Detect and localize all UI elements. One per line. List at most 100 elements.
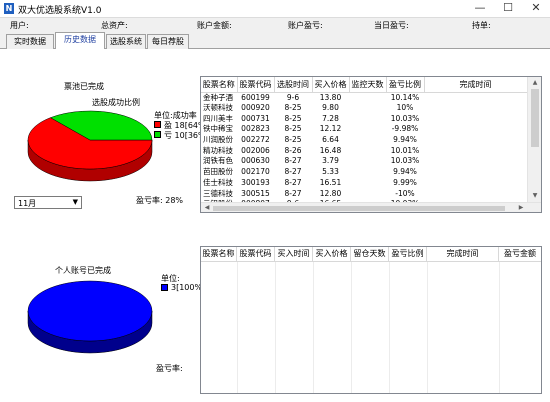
- tab-bar: 实时数据 历史数据 选股系统 每日荐股: [0, 32, 550, 50]
- account-info-bar: 用户: 总资产: 账户金额: 账户盈亏: 当日盈亏: 持单:: [0, 17, 550, 32]
- tab-stock-selection[interactable]: 选股系统: [106, 34, 146, 49]
- grid-divider: [427, 262, 428, 393]
- column-header-3[interactable]: 买入价格: [312, 77, 350, 93]
- chevron-down-icon: ▼: [72, 198, 78, 206]
- tab-history-data[interactable]: 历史数据: [55, 32, 105, 50]
- column-header-6[interactable]: 完成时间: [424, 77, 528, 93]
- table-cell: 10.03%: [390, 156, 420, 166]
- scroll-right-icon[interactable]: ▶: [517, 204, 525, 211]
- scroll-thumb-horizontal[interactable]: [213, 206, 505, 211]
- table-cell: 金种子酒: [203, 92, 233, 102]
- scroll-left-icon[interactable]: ◀: [203, 204, 211, 211]
- column-header-buy-time[interactable]: 买入时间: [275, 247, 313, 262]
- column-header-0[interactable]: 股票名称: [201, 77, 238, 93]
- table-cell: [424, 188, 527, 199]
- personal-account-panel: 个人账号已完成 单位: 3[100%] 盈亏率: 股票名称 股票代码 买入时间 …: [0, 236, 550, 402]
- table-cell: 精功科技: [203, 145, 233, 155]
- table-row[interactable]: 佳士科技 300193 8-27 16.51 9.99%: [201, 178, 527, 189]
- table-cell: 5.33: [322, 167, 339, 177]
- table-cell: 9.94%: [393, 167, 417, 177]
- app-logo-icon: N: [4, 3, 14, 14]
- table-row[interactable]: 川润股份 002272 8-25 6.64 9.94%: [201, 135, 527, 146]
- table-row[interactable]: 芭田股份 002170 8-27 5.33 9.94%: [201, 167, 527, 178]
- user-label: 用户:: [10, 21, 29, 30]
- table-cell: 8-27: [284, 177, 302, 187]
- tab-realtime-data[interactable]: 实时数据: [6, 34, 54, 49]
- column-header-profit-amount[interactable]: 盈亏金额: [499, 247, 541, 262]
- table-row[interactable]: 精功科技 002006 8-26 16.48 10.01%: [201, 145, 527, 156]
- personal-account-pie-chart: [27, 280, 153, 354]
- table-row[interactable]: 润铁有色 000630 8-27 3.79 10.03%: [201, 156, 527, 167]
- table-cell: -10%: [395, 188, 415, 198]
- table-row[interactable]: 四川美丰 000731 8-25 7.28 10.03%: [201, 113, 527, 124]
- table-cell: [424, 113, 527, 124]
- window-title: 双大优选股系统V1.0: [18, 6, 102, 16]
- table-cell: 8-27: [284, 188, 302, 198]
- table-cell: 芭田股份: [203, 167, 233, 177]
- column-header-2[interactable]: 选股时间: [274, 77, 313, 93]
- table-cell: -9.98%: [391, 124, 419, 134]
- win-rate-label: 盈亏率: 28%: [136, 196, 184, 205]
- table-cell: [424, 156, 527, 167]
- table-cell: 9.99%: [393, 177, 417, 187]
- month-select-value: 11月: [18, 199, 37, 208]
- table-cell: [424, 145, 527, 156]
- table-row[interactable]: 铁中稀宝 002823 8-25 12.12 -9.98%: [201, 124, 527, 135]
- pool-grid-horizontal-scrollbar[interactable]: ◀ ▶: [201, 202, 541, 212]
- column-header-stock-code[interactable]: 股票代码: [237, 247, 275, 262]
- pool-results-grid: 股票名称 股票代码 选股时间 买入价格 监控天数 盈亏比例 完成时间 金种子酒 600199 9…: [200, 76, 542, 213]
- table-cell: 000920: [241, 103, 270, 113]
- table-cell: 002170: [241, 167, 270, 177]
- table-cell: 300193: [241, 177, 270, 187]
- column-header-hold-days[interactable]: 留仓天数: [351, 247, 389, 262]
- table-cell: 10.01%: [390, 145, 420, 155]
- table-cell: 铁中稀宝: [203, 124, 233, 134]
- scroll-up-icon[interactable]: ▲: [528, 79, 541, 86]
- column-header-stock-name[interactable]: 股票名称: [201, 247, 237, 262]
- account-profit-label: 账户盈亏:: [288, 21, 323, 30]
- table-row[interactable]: 沃顿科技 000920 8-25 9.80 10%: [201, 103, 527, 114]
- grid-divider: [313, 262, 314, 393]
- table-cell: [424, 103, 527, 114]
- legend-loss-swatch: [154, 131, 161, 138]
- table-cell: 600199: [241, 92, 270, 102]
- pool-results-table: 股票名称 股票代码 选股时间 买入价格 监控天数 盈亏比例 完成时间 金种子酒 600199 9…: [201, 77, 528, 210]
- table-cell: 12.80: [319, 188, 342, 198]
- daily-profit-label: 当日盈亏:: [374, 21, 409, 30]
- column-header-1[interactable]: 股票代码: [237, 77, 275, 93]
- table-cell: 润铁有色: [203, 156, 233, 166]
- personal-account-title: 个人账号已完成: [55, 266, 111, 275]
- maximize-button[interactable]: ☐: [494, 0, 522, 17]
- table-row[interactable]: 金种子酒 600199 9-6 13.80 10.14%: [201, 92, 527, 103]
- close-button[interactable]: ✕: [522, 0, 550, 17]
- table-cell: 002272: [241, 135, 270, 145]
- pool-completed-panel: 票池已完成 选股成功比例 单位:成功率 盈 18[64%] 亏 10[36%] …: [0, 49, 550, 229]
- column-header-profit-ratio[interactable]: 盈亏比例: [389, 247, 427, 262]
- table-cell: [424, 92, 527, 103]
- grid-divider: [389, 262, 390, 393]
- table-cell: 10.03%: [390, 113, 420, 123]
- total-assets-label: 总资产:: [101, 21, 128, 30]
- column-header-complete-time[interactable]: 完成时间: [427, 247, 499, 262]
- table-cell: [349, 178, 386, 189]
- grid-divider: [351, 262, 352, 393]
- table-cell: 佳士科技: [203, 177, 233, 187]
- column-header-buy-price[interactable]: 买入价格: [313, 247, 351, 262]
- legend-account-swatch: [161, 284, 168, 291]
- pool-grid-vertical-scrollbar[interactable]: ▲ ▼: [527, 77, 541, 202]
- title-bar: N 双大优选股系统V1.0 — ☐ ✕: [0, 0, 550, 17]
- month-select[interactable]: 11月 ▼: [14, 196, 82, 209]
- table-row[interactable]: 三德科技 300515 8-27 12.80 -10%: [201, 188, 527, 199]
- account-win-rate-label: 盈亏率:: [156, 364, 183, 373]
- table-cell: [349, 188, 386, 199]
- minimize-button[interactable]: —: [466, 0, 494, 17]
- table-cell: [424, 178, 527, 189]
- column-header-4[interactable]: 监控天数: [349, 77, 387, 93]
- column-header-5[interactable]: 盈亏比例: [386, 77, 425, 93]
- table-cell: 9.94%: [393, 135, 417, 145]
- tab-daily-recommend[interactable]: 每日荐股: [147, 34, 189, 49]
- scroll-down-icon[interactable]: ▼: [528, 192, 541, 199]
- scroll-thumb[interactable]: [531, 89, 539, 147]
- table-cell: 7.28: [322, 113, 339, 123]
- table-cell: 三德科技: [203, 188, 233, 198]
